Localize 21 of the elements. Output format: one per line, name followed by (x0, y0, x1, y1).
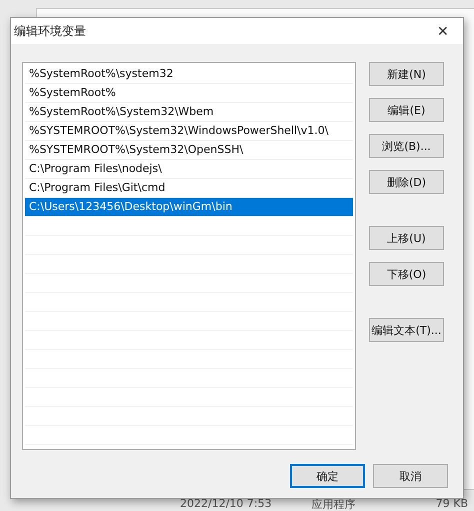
file-date: 2022/12/10 7:53 (180, 497, 272, 511)
dialog-button[interactable]: 取消 (373, 464, 448, 488)
window-title: 编辑环境变量 (14, 22, 86, 40)
action-button[interactable]: 浏览(B)... (369, 134, 444, 158)
action-button[interactable]: 上移(U) (369, 226, 444, 250)
path-item[interactable]: %SystemRoot%\system32 (25, 65, 353, 84)
file-type: 应用程序 (312, 497, 356, 511)
action-button[interactable]: 删除(D) (369, 170, 444, 194)
close-button[interactable]: ✕ (423, 18, 463, 44)
path-item[interactable]: %SYSTEMROOT%\System32\OpenSSH\ (25, 141, 353, 160)
action-button[interactable]: 下移(O) (369, 262, 444, 286)
file-size: 79 KB (436, 497, 468, 511)
path-item[interactable]: C:\Users\123456\Desktop\winGm\bin (25, 198, 353, 217)
action-button[interactable]: 新建(N) (369, 62, 444, 86)
path-item[interactable]: %SystemRoot%\System32\Wbem (25, 103, 353, 122)
dialog-button[interactable]: 确定 (290, 464, 365, 488)
path-item[interactable]: %SystemRoot% (25, 84, 353, 103)
path-item[interactable]: %SYSTEMROOT%\System32\WindowsPowerShell\v1.0\ (25, 122, 353, 141)
path-item[interactable]: C:\Program Files\nodejs\ (25, 160, 353, 179)
action-button[interactable]: 编辑文本(T)... (369, 318, 444, 342)
action-button[interactable]: 编辑(E) (369, 98, 444, 122)
